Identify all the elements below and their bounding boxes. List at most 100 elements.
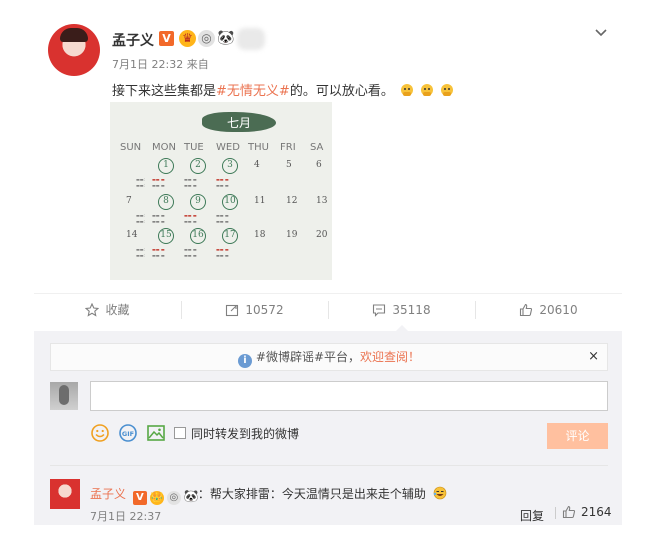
calendar-day: 18: [254, 230, 266, 240]
episode-note: ▬▬ ▬: [216, 247, 229, 252]
calendar-day: 6: [316, 160, 322, 170]
episode-note: ▬▬ ▬: [184, 219, 197, 224]
calendar-image[interactable]: 七月 SUN MON TUE WED THU FRI SA 1 ▬▬ ▬ ▬▬ ▬ 2 ▬▬ ▬ ▬▬ …: [110, 102, 332, 280]
calendar-day: 14: [126, 230, 138, 240]
verified-badge[interactable]: V: [159, 31, 174, 46]
episode-note: ▬▬ ▬: [152, 247, 165, 252]
svg-text:GIF: GIF: [122, 430, 134, 438]
face-covering-mouth-icon: [441, 84, 454, 96]
verified-badge-small[interactable]: V: [132, 491, 147, 505]
emoji-icon[interactable]: [90, 423, 110, 443]
calendar-day: 4: [254, 160, 260, 170]
like-count: 20610: [539, 302, 578, 317]
day-name: THU: [248, 142, 269, 153]
commenter-name[interactable]: 孟子义: [90, 487, 126, 501]
calendar-day: 5: [286, 160, 292, 170]
calendar-day-circled: 9: [190, 194, 206, 210]
month-title: 七月: [226, 116, 251, 130]
weibo-post-card: 孟子义 V ♛ ◎ 🐼 7月1日 22:32 来自 接下来这些集都是#无情无义#…: [34, 10, 622, 525]
day-name: WED: [216, 142, 240, 153]
episode-note: ▬▬ ▬: [216, 177, 229, 182]
episode-note: ▬▬ ▬: [216, 213, 229, 218]
thumbs-up-icon: [562, 505, 576, 519]
favorite-label: 收藏: [105, 303, 130, 317]
calendar-day-circled: 2: [190, 158, 206, 174]
medal-badge-small-icon[interactable]: ◎: [166, 491, 181, 505]
post-time-source: 7月1日 22:32 来自: [112, 58, 209, 71]
day-name: MON: [152, 142, 176, 153]
comment-panel: i #微博辟谣#平台，欢迎查阅！ × GIF 同时转发到我的微博 评论 孟子义 V…: [34, 331, 622, 525]
share-checkbox[interactable]: [174, 427, 186, 439]
row-note: ▬▬:: [136, 213, 145, 218]
episode-note: ▬▬ ▬: [216, 183, 229, 188]
my-avatar[interactable]: [50, 382, 78, 410]
episode-note: ▬▬ ▬: [216, 219, 229, 224]
calendar-day: 7: [126, 196, 132, 206]
day-name: TUE: [184, 142, 204, 153]
calendar-day-circled: 15: [158, 228, 174, 244]
post-text-before: 接下来这些集都是: [112, 84, 217, 99]
crown-badge-small-icon[interactable]: 👑: [149, 491, 164, 505]
repost-count: 10572: [245, 302, 284, 317]
episode-note: ▬▬ ▬: [152, 183, 165, 188]
blurred-badge: [237, 28, 265, 50]
episode-note: ▬▬ ▬: [152, 177, 165, 182]
row-note: ▬▬:: [136, 253, 145, 258]
chevron-down-icon[interactable]: [594, 26, 608, 40]
post-text: 接下来这些集都是#无情无义#的。可以放心看。: [112, 80, 454, 99]
repost-button[interactable]: 10572: [181, 294, 328, 325]
calendar-day: 20: [316, 230, 328, 240]
separator: [555, 507, 556, 519]
face-covering-mouth-icon: [421, 84, 434, 96]
submit-comment-button[interactable]: 评论: [547, 423, 608, 449]
comment-input[interactable]: [90, 381, 608, 411]
episode-note: ▬▬ ▬: [152, 213, 165, 218]
row-note: ▬▬:: [136, 219, 145, 224]
calendar-day-circled: 17: [222, 228, 238, 244]
info-icon: i: [237, 354, 252, 368]
day-name: FRI: [280, 142, 296, 153]
comment-icon: [373, 303, 386, 317]
panda-badge-small-icon[interactable]: 🐼: [184, 489, 199, 503]
episode-note: ▬▬ ▬: [152, 219, 165, 224]
episode-note: ▬▬ ▬: [184, 183, 197, 188]
row-note: ▬▬:: [136, 183, 145, 188]
star-icon: [85, 302, 100, 317]
thumbs-up-icon: [520, 303, 533, 316]
comment-text: ：帮大家排雷：今天温情只是出来走个辅助: [197, 487, 426, 501]
panda-badge-icon[interactable]: 🐼: [217, 30, 234, 47]
image-icon[interactable]: [146, 423, 166, 443]
calendar-day: 12: [286, 196, 298, 206]
close-icon[interactable]: ×: [588, 344, 599, 370]
like-button[interactable]: 20610: [475, 294, 622, 325]
topic-link[interactable]: #无情无义#: [216, 84, 290, 99]
row-note: ▬▬:: [136, 247, 145, 252]
comment-count: 35118: [392, 302, 431, 317]
calendar-day-circled: 10: [222, 194, 238, 210]
comment-like-count: 2164: [581, 505, 612, 519]
row-note: ▬▬:: [136, 177, 145, 182]
reply-button[interactable]: 回复: [520, 507, 544, 524]
favorite-button[interactable]: 收藏: [34, 294, 181, 325]
gif-icon[interactable]: GIF: [118, 423, 138, 443]
medal-badge-icon[interactable]: ◎: [198, 30, 215, 47]
episode-note: ▬▬ ▬: [216, 253, 229, 258]
comment-time: 7月1日 22:37: [90, 510, 162, 523]
calendar-day: 13: [316, 196, 328, 206]
author-name[interactable]: 孟子义: [112, 30, 154, 50]
episode-note: ▬▬ ▬: [184, 253, 197, 258]
comment-tools: GIF 同时转发到我的微博: [90, 423, 299, 443]
comment-like-button[interactable]: 2164: [555, 505, 612, 519]
calendar-day-circled: 1: [158, 158, 174, 174]
author-avatar[interactable]: [48, 24, 100, 76]
notice-link[interactable]: 欢迎查阅！: [360, 350, 420, 364]
day-name: SA: [310, 142, 324, 153]
comment-button[interactable]: 35118: [328, 294, 475, 331]
episode-note: ▬▬ ▬: [152, 253, 165, 258]
notice-text: #微博辟谣#平台，: [255, 350, 361, 364]
share-label[interactable]: 同时转发到我的微博: [191, 425, 299, 442]
crown-badge-icon[interactable]: ♛: [179, 30, 196, 47]
repost-icon: [226, 304, 239, 316]
rumor-notice-bar: i #微博辟谣#平台，欢迎查阅！ ×: [50, 343, 608, 371]
commenter-avatar[interactable]: [50, 479, 80, 509]
